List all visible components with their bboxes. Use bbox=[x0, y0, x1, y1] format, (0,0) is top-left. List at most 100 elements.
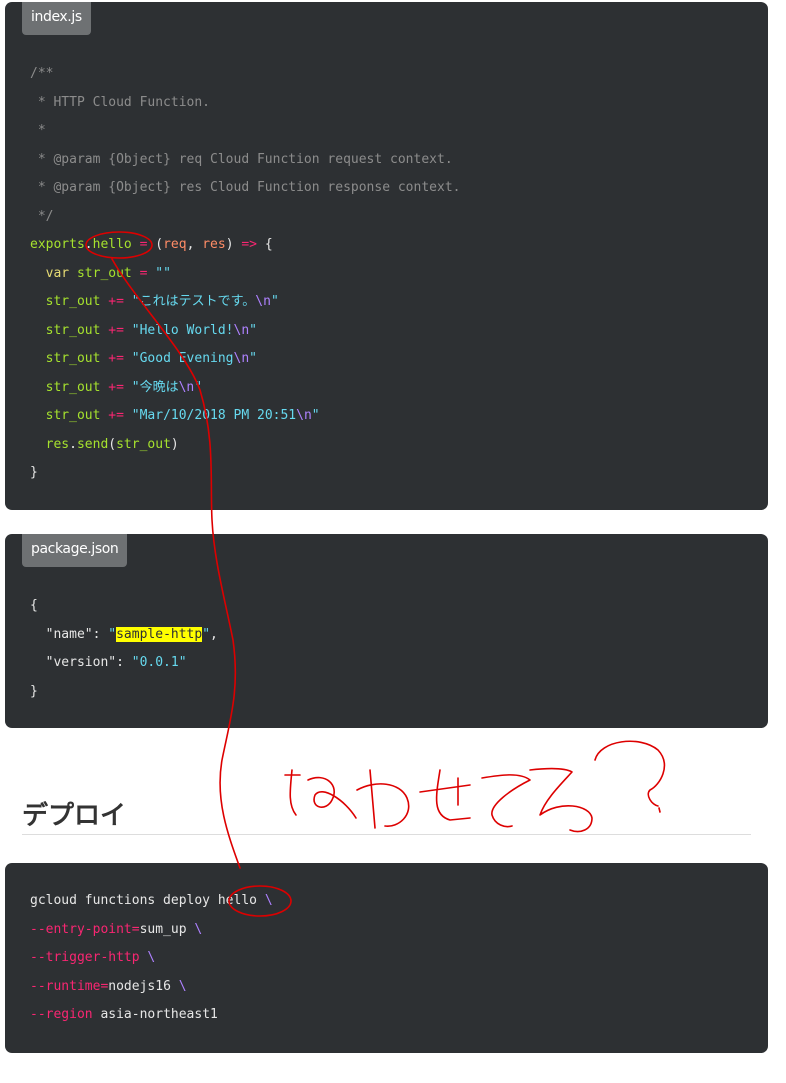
code-line: str_out += "今晩は\n" bbox=[30, 374, 758, 403]
code-token: " bbox=[249, 351, 257, 366]
code-token: += bbox=[108, 408, 124, 423]
code-token: "" bbox=[155, 265, 171, 281]
code-token: , bbox=[186, 237, 203, 252]
code-token: str_out bbox=[116, 436, 171, 452]
code-token: += bbox=[108, 294, 124, 309]
code-line: { bbox=[30, 592, 758, 621]
code-token: " bbox=[270, 294, 279, 309]
code-token: "これはテストです。 bbox=[131, 294, 256, 309]
code-token: * HTTP Cloud Function. bbox=[30, 94, 211, 110]
code-token: "Good Evening bbox=[131, 351, 234, 366]
code-token: hello bbox=[92, 237, 132, 252]
deploy-command-code-block: gcloud functions deploy hello \ --entry-p… bbox=[5, 863, 768, 1053]
code-line: * @param {Object} req Cloud Function req… bbox=[30, 146, 758, 175]
package-json-code: { "name": "sample-http", "version": "0.0… bbox=[30, 592, 758, 706]
code-token: "name": bbox=[30, 626, 109, 642]
code-token: \n bbox=[255, 294, 271, 309]
code-token: send bbox=[76, 436, 109, 452]
code-token: sample-http bbox=[116, 626, 203, 642]
code-token: " bbox=[249, 322, 257, 338]
code-line: */ bbox=[30, 203, 758, 232]
code-token: \ bbox=[264, 893, 273, 908]
code-token: " bbox=[311, 408, 320, 423]
code-token: = bbox=[131, 237, 156, 252]
code-token: { bbox=[257, 237, 273, 252]
code-token: ( bbox=[108, 436, 117, 452]
code-token: * bbox=[30, 123, 46, 138]
code-token: str_out bbox=[30, 322, 109, 338]
code-token: . bbox=[84, 237, 93, 252]
code-token: , bbox=[210, 626, 218, 642]
code-token: " bbox=[202, 626, 211, 642]
code-line: --region asia-northeast1 bbox=[30, 1001, 758, 1030]
code-line: "version": "0.0.1" bbox=[30, 649, 758, 678]
code-token: "version": bbox=[30, 655, 132, 670]
code-line: /** bbox=[30, 60, 758, 89]
deploy-command-code: gcloud functions deploy hello \ --entry-p… bbox=[30, 887, 758, 1030]
code-token: ) bbox=[170, 436, 179, 452]
code-token: += bbox=[108, 351, 124, 366]
code-line: "name": "sample-http", bbox=[30, 621, 758, 650]
code-line: str_out += "これはテストです。\n" bbox=[30, 288, 758, 317]
code-line: * HTTP Cloud Function. bbox=[30, 89, 758, 118]
code-token: --entry-point bbox=[30, 921, 132, 937]
package-json-code-block: package.json { "name": "sample-http", "v… bbox=[5, 534, 768, 728]
code-token: = bbox=[131, 265, 156, 281]
code-token: \n bbox=[233, 351, 250, 366]
code-token: += bbox=[108, 322, 124, 338]
code-token: */ bbox=[30, 208, 54, 224]
package-json-filename-tab: package.json bbox=[22, 534, 128, 567]
index-js-code: /** * HTTP Cloud Function. * * @param {O… bbox=[30, 60, 758, 488]
code-token: } bbox=[30, 683, 38, 699]
code-token: } bbox=[30, 465, 38, 480]
code-token: \n bbox=[296, 408, 312, 423]
code-token: "Hello World! bbox=[131, 322, 234, 338]
code-token: " bbox=[108, 626, 117, 642]
heading-divider bbox=[22, 834, 751, 835]
code-line: str_out += "Hello World!\n" bbox=[30, 317, 758, 346]
code-line: } bbox=[30, 678, 758, 707]
code-line: res.send(str_out) bbox=[30, 431, 758, 460]
code-token: "0.0.1" bbox=[131, 655, 187, 670]
code-token: \ bbox=[147, 950, 156, 965]
code-token: str_out bbox=[30, 379, 109, 395]
code-token: { bbox=[30, 598, 38, 613]
code-token: asia-northeast1 bbox=[92, 1007, 218, 1022]
code-token: str_out bbox=[30, 294, 109, 309]
index-js-filename-tab: index.js bbox=[22, 2, 91, 35]
code-token: --runtime bbox=[30, 978, 101, 994]
code-token: = bbox=[131, 921, 140, 937]
code-token: str_out bbox=[30, 351, 109, 366]
code-token: --region bbox=[30, 1007, 93, 1022]
code-line: var str_out = "" bbox=[30, 260, 758, 289]
code-token: ) bbox=[225, 237, 242, 252]
section-heading-deploy: デプロイ bbox=[22, 801, 127, 831]
code-line: str_out += "Mar/10/2018 PM 20:51\n" bbox=[30, 402, 758, 431]
code-token: gcloud functions deploy hello bbox=[30, 893, 265, 908]
code-line: str_out += "Good Evening\n" bbox=[30, 345, 758, 374]
code-token: var bbox=[45, 265, 70, 281]
code-token: += bbox=[108, 379, 124, 395]
index-js-code-block: index.js /** * HTTP Cloud Function. * * … bbox=[5, 2, 768, 510]
code-line: --runtime=nodejs16 \ bbox=[30, 973, 758, 1002]
code-token: * @param {Object} res Cloud Function res… bbox=[30, 180, 461, 195]
code-token: sum_up bbox=[139, 921, 195, 937]
code-line: gcloud functions deploy hello \ bbox=[30, 887, 758, 916]
code-token: " bbox=[194, 379, 203, 395]
code-line: * bbox=[30, 117, 758, 146]
code-token: nodejs16 bbox=[108, 978, 179, 994]
code-token: res bbox=[202, 237, 226, 252]
code-token: * @param {Object} req Cloud Function req… bbox=[30, 151, 453, 167]
code-token: \ bbox=[178, 978, 187, 994]
code-token: req bbox=[163, 237, 187, 252]
code-token: . bbox=[69, 436, 77, 452]
code-line: --entry-point=sum_up \ bbox=[30, 916, 758, 945]
code-token: /** bbox=[30, 66, 54, 81]
code-token: \n bbox=[233, 322, 250, 338]
